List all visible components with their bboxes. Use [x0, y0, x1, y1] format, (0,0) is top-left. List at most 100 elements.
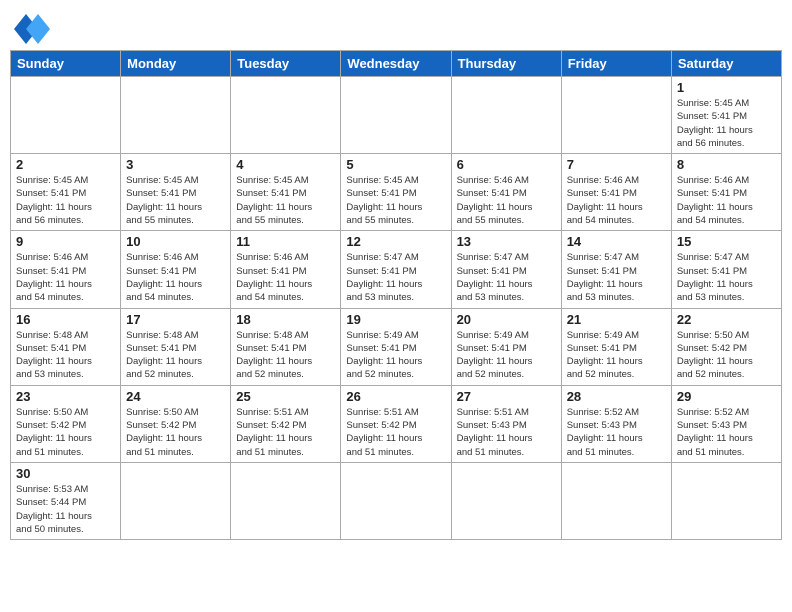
day-info: Sunrise: 5:46 AMSunset: 5:41 PMDaylight:… — [677, 174, 776, 227]
calendar-cell: 30 Sunrise: 5:53 AMSunset: 5:44 PMDayligh… — [11, 462, 121, 539]
day-info: Sunrise: 5:51 AMSunset: 5:43 PMDaylight:… — [457, 406, 556, 459]
calendar-cell: 11Sunrise: 5:46 AMSunset: 5:41 PMDayligh… — [231, 231, 341, 308]
calendar-cell: 12 Sunrise: 5:47 AMSunset: 5:41 PMDayligh… — [341, 231, 451, 308]
day-number: 18 — [236, 312, 335, 327]
calendar-cell — [561, 77, 671, 154]
calendar-cell: 26 Sunrise: 5:51 AMSunset: 5:42 PMDayligh… — [341, 385, 451, 462]
weekday-header: Wednesday — [341, 51, 451, 77]
calendar-cell — [121, 77, 231, 154]
day-info: Sunrise: 5:50 AMSunset: 5:42 PMDaylight:… — [126, 406, 225, 459]
day-number: 29 — [677, 389, 776, 404]
weekday-header: Tuesday — [231, 51, 341, 77]
day-info: Sunrise: 5:48 AMSunset: 5:41 PMDaylight:… — [126, 329, 225, 382]
day-number: 15 — [677, 234, 776, 249]
day-info: Sunrise: 5:46 AMSunset: 5:41 PMDaylight:… — [457, 174, 556, 227]
calendar-cell: 14Sunrise: 5:47 AMSunset: 5:41 PMDayligh… — [561, 231, 671, 308]
calendar-cell: 6 Sunrise: 5:46 AMSunset: 5:41 PMDaylight… — [451, 154, 561, 231]
day-number: 30 — [16, 466, 115, 481]
day-info: Sunrise: 5:46 AMSunset: 5:41 PMDaylight:… — [16, 251, 115, 304]
calendar-cell: 22 Sunrise: 5:50 AMSunset: 5:42 PMDayligh… — [671, 308, 781, 385]
day-info: Sunrise: 5:45 AMSunset: 5:41 PMDaylight:… — [236, 174, 335, 227]
day-info: Sunrise: 5:49 AMSunset: 5:41 PMDaylight:… — [346, 329, 445, 382]
calendar: SundayMondayTuesdayWednesdayThursdayFrid… — [10, 50, 782, 540]
day-number: 11 — [236, 234, 335, 249]
calendar-cell: 20Sunrise: 5:49 AMSunset: 5:41 PMDayligh… — [451, 308, 561, 385]
day-info: Sunrise: 5:50 AMSunset: 5:42 PMDaylight:… — [16, 406, 115, 459]
header — [10, 10, 782, 44]
day-info: Sunrise: 5:53 AMSunset: 5:44 PMDaylight:… — [16, 483, 115, 536]
calendar-cell — [121, 462, 231, 539]
day-number: 4 — [236, 157, 335, 172]
calendar-cell — [671, 462, 781, 539]
day-info: Sunrise: 5:45 AMSunset: 5:41 PMDaylight:… — [677, 97, 776, 150]
day-number: 1 — [677, 80, 776, 95]
day-number: 9 — [16, 234, 115, 249]
day-info: Sunrise: 5:46 AMSunset: 5:41 PMDaylight:… — [126, 251, 225, 304]
calendar-cell — [451, 462, 561, 539]
day-number: 28 — [567, 389, 666, 404]
day-info: Sunrise: 5:52 AMSunset: 5:43 PMDaylight:… — [677, 406, 776, 459]
calendar-cell: 7 Sunrise: 5:46 AMSunset: 5:41 PMDaylight… — [561, 154, 671, 231]
day-info: Sunrise: 5:50 AMSunset: 5:42 PMDaylight:… — [677, 329, 776, 382]
day-number: 16 — [16, 312, 115, 327]
weekday-header: Saturday — [671, 51, 781, 77]
calendar-cell: 9 Sunrise: 5:46 AMSunset: 5:41 PMDaylight… — [11, 231, 121, 308]
day-number: 13 — [457, 234, 556, 249]
day-number: 19 — [346, 312, 445, 327]
calendar-cell: 5Sunrise: 5:45 AMSunset: 5:41 PMDaylight… — [341, 154, 451, 231]
day-info: Sunrise: 5:46 AMSunset: 5:41 PMDaylight:… — [567, 174, 666, 227]
day-info: Sunrise: 5:48 AMSunset: 5:41 PMDaylight:… — [236, 329, 335, 382]
day-number: 2 — [16, 157, 115, 172]
calendar-cell: 23 Sunrise: 5:50 AMSunset: 5:42 PMDayligh… — [11, 385, 121, 462]
day-number: 10 — [126, 234, 225, 249]
calendar-cell: 29 Sunrise: 5:52 AMSunset: 5:43 PMDayligh… — [671, 385, 781, 462]
calendar-cell: 15 Sunrise: 5:47 AMSunset: 5:41 PMDayligh… — [671, 231, 781, 308]
weekday-header: Monday — [121, 51, 231, 77]
calendar-cell: 16 Sunrise: 5:48 AMSunset: 5:41 PMDayligh… — [11, 308, 121, 385]
day-number: 24 — [126, 389, 225, 404]
calendar-cell: 4 Sunrise: 5:45 AMSunset: 5:41 PMDaylight… — [231, 154, 341, 231]
weekday-header: Sunday — [11, 51, 121, 77]
day-number: 3 — [126, 157, 225, 172]
day-number: 17 — [126, 312, 225, 327]
calendar-cell — [11, 77, 121, 154]
day-number: 21 — [567, 312, 666, 327]
day-info: Sunrise: 5:49 AMSunset: 5:41 PMDaylight:… — [567, 329, 666, 382]
day-info: Sunrise: 5:52 AMSunset: 5:43 PMDaylight:… — [567, 406, 666, 459]
day-number: 12 — [346, 234, 445, 249]
day-info: Sunrise: 5:51 AMSunset: 5:42 PMDaylight:… — [236, 406, 335, 459]
calendar-cell — [231, 462, 341, 539]
calendar-cell: 2 Sunrise: 5:45 AMSunset: 5:41 PMDaylight… — [11, 154, 121, 231]
calendar-cell: 13 Sunrise: 5:47 AMSunset: 5:41 PMDayligh… — [451, 231, 561, 308]
day-number: 27 — [457, 389, 556, 404]
day-info: Sunrise: 5:47 AMSunset: 5:41 PMDaylight:… — [346, 251, 445, 304]
calendar-cell: 27 Sunrise: 5:51 AMSunset: 5:43 PMDayligh… — [451, 385, 561, 462]
day-number: 26 — [346, 389, 445, 404]
day-info: Sunrise: 5:48 AMSunset: 5:41 PMDaylight:… — [16, 329, 115, 382]
weekday-header: Thursday — [451, 51, 561, 77]
day-info: Sunrise: 5:51 AMSunset: 5:42 PMDaylight:… — [346, 406, 445, 459]
calendar-cell: 19 Sunrise: 5:49 AMSunset: 5:41 PMDayligh… — [341, 308, 451, 385]
day-info: Sunrise: 5:45 AMSunset: 5:41 PMDaylight:… — [126, 174, 225, 227]
weekday-header: Friday — [561, 51, 671, 77]
day-number: 22 — [677, 312, 776, 327]
calendar-cell — [341, 77, 451, 154]
calendar-cell — [231, 77, 341, 154]
calendar-cell: 21 Sunrise: 5:49 AMSunset: 5:41 PMDayligh… — [561, 308, 671, 385]
page: SundayMondayTuesdayWednesdayThursdayFrid… — [0, 0, 792, 545]
day-info: Sunrise: 5:47 AMSunset: 5:41 PMDaylight:… — [677, 251, 776, 304]
calendar-cell: 8Sunrise: 5:46 AMSunset: 5:41 PMDaylight… — [671, 154, 781, 231]
day-info: Sunrise: 5:47 AMSunset: 5:41 PMDaylight:… — [457, 251, 556, 304]
calendar-cell: 3 Sunrise: 5:45 AMSunset: 5:41 PMDaylight… — [121, 154, 231, 231]
day-number: 23 — [16, 389, 115, 404]
day-number: 20 — [457, 312, 556, 327]
calendar-cell — [341, 462, 451, 539]
day-number: 7 — [567, 157, 666, 172]
logo-icon — [14, 14, 50, 44]
calendar-cell — [451, 77, 561, 154]
calendar-cell: 1 Sunrise: 5:45 AMSunset: 5:41 PMDaylight… — [671, 77, 781, 154]
day-info: Sunrise: 5:45 AMSunset: 5:41 PMDaylight:… — [16, 174, 115, 227]
logo-area — [10, 10, 50, 44]
day-number: 6 — [457, 157, 556, 172]
calendar-cell: 17 Sunrise: 5:48 AMSunset: 5:41 PMDayligh… — [121, 308, 231, 385]
